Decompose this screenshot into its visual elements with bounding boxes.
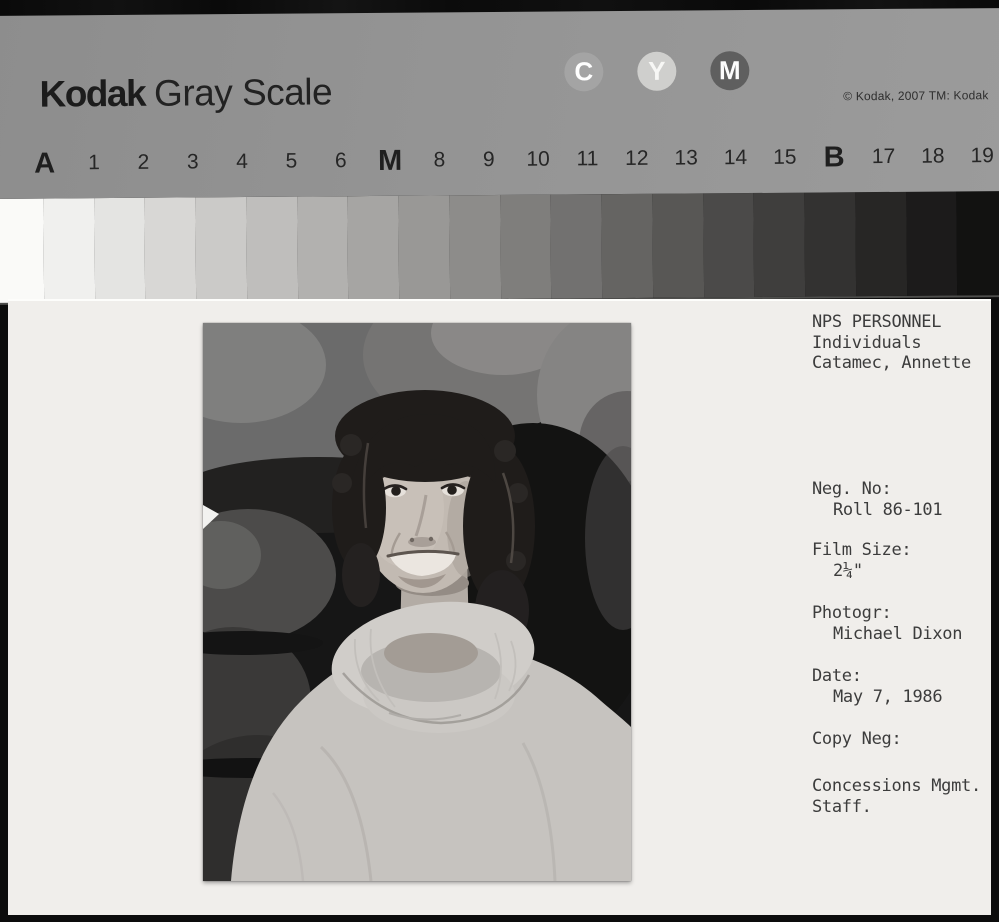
scale-label-8: 8 (415, 136, 465, 184)
scale-label-19: 19 (957, 132, 999, 180)
gray-scale-steps (0, 191, 999, 305)
field-value: 2¼" (812, 561, 911, 582)
record-subject-name: Catamec, Annette (812, 353, 971, 374)
gray-step-3 (94, 198, 146, 302)
gray-step-16 (754, 193, 806, 297)
scale-label-10: 10 (513, 136, 563, 184)
scale-label-13: 13 (661, 134, 711, 182)
scanned-archive-record: KodakGray Scale CYM © Kodak, 2007 TM: Ko… (0, 0, 999, 922)
field-value: Roll 86-101 (812, 500, 942, 521)
cym-badges: CYM (564, 51, 749, 91)
scale-label-5: 5 (267, 137, 317, 185)
kodak-wordmark: Kodak (39, 73, 145, 115)
field-photographer: Photogr: Michael Dixon (812, 603, 962, 644)
record-footer: Concessions Mgmt. Staff. (812, 776, 981, 817)
gray-step-2 (43, 198, 95, 302)
gray-step-4 (145, 197, 197, 301)
field-value: Michael Dixon (812, 624, 962, 645)
kodak-copyright-text: © Kodak, 2007 TM: Kodak (843, 88, 988, 103)
scale-label-2: 2 (119, 139, 169, 187)
scale-label-18: 18 (908, 132, 958, 180)
field-label: Neg. No: (812, 479, 942, 500)
gray-step-15 (703, 193, 755, 297)
gray-step-12 (551, 194, 603, 298)
gray-step-17 (804, 192, 856, 296)
record-card: NPS PERSONNEL Individuals Catamec, Annet… (8, 299, 991, 915)
gray-step-8 (348, 196, 400, 300)
scale-label-6: 6 (316, 137, 366, 185)
scale-label-a: A (20, 139, 70, 187)
gray-step-1 (0, 199, 44, 303)
gray-step-7 (297, 196, 349, 300)
gray-step-9 (398, 195, 450, 299)
gray-scale-label: Gray Scale (154, 71, 332, 113)
scale-label-15: 15 (760, 134, 810, 182)
record-subcategory: Individuals (812, 333, 971, 354)
field-label: Film Size: (812, 540, 911, 561)
gray-step-11 (500, 195, 552, 299)
cym-badge-m: M (710, 51, 749, 90)
field-label: Copy Neg: (812, 729, 901, 750)
gray-scale-index-row: A123456M89101112131415B171819 (20, 132, 999, 188)
footer-line: Concessions Mgmt. (812, 776, 981, 797)
field-date: Date: May 7, 1986 (812, 666, 942, 707)
gray-scale-card: KodakGray Scale CYM © Kodak, 2007 TM: Ko… (0, 8, 999, 199)
gray-step-10 (449, 195, 501, 299)
scale-label-1: 1 (69, 139, 119, 187)
footer-line: Staff. (812, 797, 981, 818)
scale-label-b: B (809, 133, 859, 181)
scale-label-9: 9 (464, 136, 514, 184)
gray-step-6 (246, 197, 298, 301)
field-copy-neg: Copy Neg: (812, 729, 901, 750)
gray-step-20 (957, 191, 999, 295)
scale-label-m: M (365, 137, 415, 185)
gray-step-18 (855, 192, 907, 296)
record-header: NPS PERSONNEL Individuals Catamec, Annet… (812, 312, 971, 374)
field-film-size: Film Size: 2¼" (812, 540, 911, 581)
gray-step-19 (906, 191, 958, 295)
record-category: NPS PERSONNEL (812, 312, 971, 333)
cym-badge-c: C (564, 52, 603, 91)
field-value: May 7, 1986 (812, 687, 942, 708)
portrait-photo (203, 323, 631, 881)
field-label: Date: (812, 666, 942, 687)
field-label: Photogr: (812, 603, 962, 624)
scale-label-11: 11 (563, 135, 613, 183)
scale-label-17: 17 (859, 133, 909, 181)
cym-badge-y: Y (637, 52, 676, 91)
scale-label-3: 3 (168, 138, 218, 186)
kodak-gray-scale-strip: KodakGray Scale CYM © Kodak, 2007 TM: Ko… (0, 8, 999, 305)
scale-label-12: 12 (612, 135, 662, 183)
gray-step-13 (601, 194, 653, 298)
field-neg-no: Neg. No: Roll 86-101 (812, 479, 942, 520)
gray-step-14 (652, 193, 704, 297)
gray-step-5 (195, 197, 247, 301)
scale-label-14: 14 (711, 134, 761, 182)
kodak-gray-scale-title: KodakGray Scale (39, 71, 332, 115)
scale-label-4: 4 (217, 138, 267, 186)
